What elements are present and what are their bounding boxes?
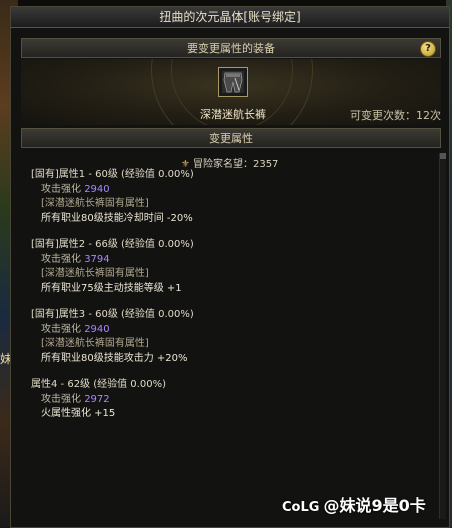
stat-label: 攻击强化 <box>41 393 81 405</box>
stat-value: 2940 <box>84 183 110 195</box>
stat-value: 2940 <box>84 323 110 335</box>
stat-label: 攻击强化 <box>41 183 81 195</box>
attribute-set-name: [深潜迷航长裤固有属性] <box>41 198 149 209</box>
attribute-head: [固有]属性2 - 66级 (经验值 0.00%) <box>31 239 194 250</box>
attribute-block-2[interactable]: [固有]属性2 - 66级 (经验值 0.00%) 攻击强化 3794 [深潜迷… <box>31 238 194 296</box>
attribute-block-3[interactable]: [固有]属性3 - 60级 (经验值 0.00%) 攻击强化 2940 [深潜迷… <box>31 308 194 366</box>
watermark-logo: CoLG <box>282 500 320 515</box>
attribute-head: [固有]属性3 - 60级 (经验值 0.00%) <box>31 309 194 320</box>
attribute-effect: 所有职业80级技能冷却时间 -20% <box>41 212 193 224</box>
help-icon[interactable]: ? <box>420 41 436 57</box>
equip-section-header: 要变更属性的装备 ? <box>21 38 441 58</box>
stat-label: 攻击强化 <box>41 253 81 265</box>
attribute-head: 属性4 - 62级 (经验值 0.00%) <box>31 379 166 390</box>
watermark-text: @妹说9是0卡 <box>323 496 426 515</box>
attribute-block-1[interactable]: [固有]属性1 - 60级 (经验值 0.00%) 攻击强化 2940 [深潜迷… <box>31 168 194 226</box>
change-section-header: 变更属性 <box>21 128 441 148</box>
item-slot[interactable] <box>218 67 248 97</box>
attribute-effect: 所有职业80级技能攻击力 +20% <box>41 352 188 364</box>
attribute-effect: 火属性强化 +15 <box>41 408 116 419</box>
scrollbar[interactable] <box>439 153 446 519</box>
attribute-head: [固有]属性1 - 60级 (经验值 0.00%) <box>31 169 194 180</box>
attribute-set-name: [深潜迷航长裤固有属性] <box>41 268 149 279</box>
attribute-change-window: 扭曲的次元晶体[账号绑定] 要变更属性的装备 ? 深潜迷航长裤 可变更次数：12… <box>10 6 450 528</box>
attribute-stat: 攻击强化 2940 <box>31 323 194 338</box>
reputation-label: 冒险家名望：2357 <box>192 159 279 170</box>
attribute-set-name: [深潜迷航长裤固有属性] <box>41 338 149 349</box>
scroll-thumb[interactable] <box>440 153 446 159</box>
trousers-icon <box>222 71 244 93</box>
stat-value: 3794 <box>84 253 110 265</box>
reputation: ⚜ 冒险家名望：2357 <box>181 155 278 170</box>
stat-value: 2972 <box>84 393 110 405</box>
attribute-stat: 攻击强化 2940 <box>31 183 194 198</box>
equip-display-area: 深潜迷航长裤 可变更次数：12次 <box>21 59 441 125</box>
change-section-title: 变更属性 <box>209 132 253 145</box>
attribute-effect: 所有职业75级主动技能等级 +1 <box>41 282 182 294</box>
item-name: 深潜迷航长裤 <box>200 108 266 121</box>
equip-section-title: 要变更属性的装备 <box>187 42 275 55</box>
window-title[interactable]: 扭曲的次元晶体[账号绑定] <box>11 7 449 28</box>
change-count: 可变更次数：12次 <box>350 109 441 122</box>
attribute-stat: 攻击强化 3794 <box>31 253 194 268</box>
watermark: CoLG @妹说9是0卡 <box>282 492 426 516</box>
stat-label: 攻击强化 <box>41 323 81 335</box>
attribute-block-4[interactable]: 属性4 - 62级 (经验值 0.00%) 攻击强化 2972 火属性强化 +1… <box>31 378 166 422</box>
attribute-stat: 攻击强化 2972 <box>31 393 166 408</box>
